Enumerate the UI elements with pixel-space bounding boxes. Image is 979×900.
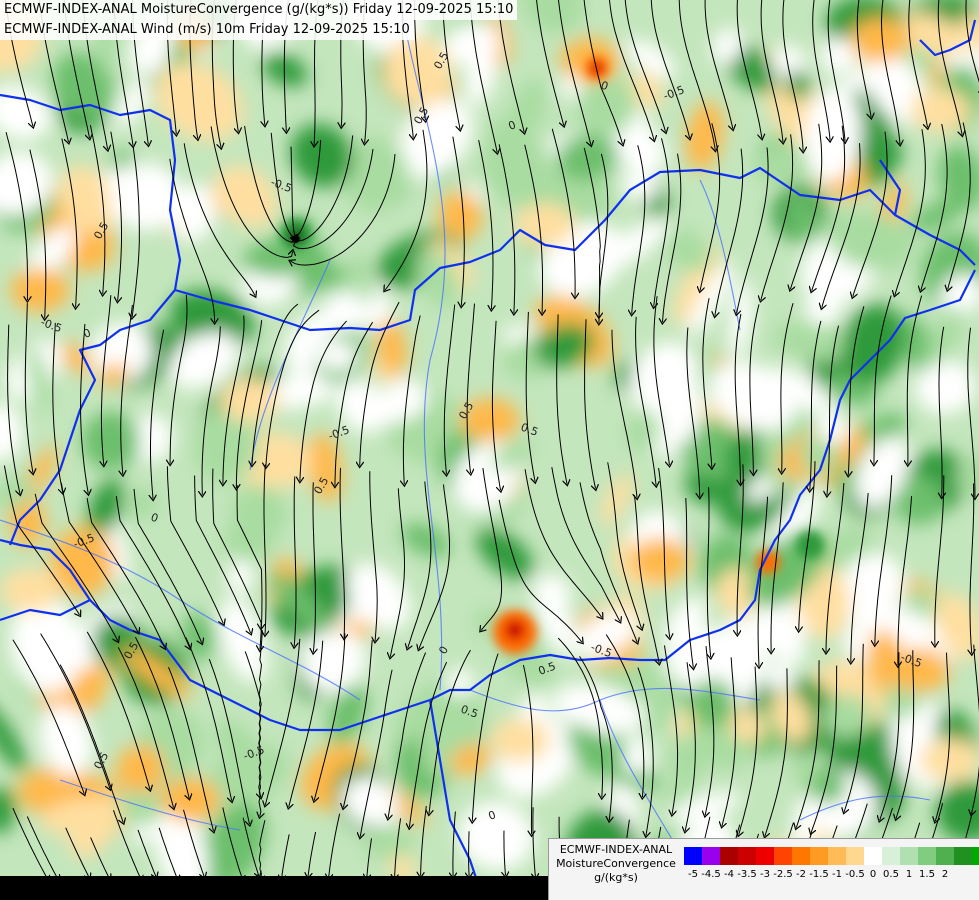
legend-title: ECMWF-INDEX-ANAL MoistureConvergence g/(… bbox=[551, 843, 681, 885]
legend-tick-label: 0.5 bbox=[883, 869, 899, 880]
weather-map[interactable]: 0.50 -0.50.5-0.500.5-0.5 00.50.5-0.50.50-0… bbox=[0, 0, 979, 900]
legend-tick-label: -2 bbox=[796, 869, 806, 880]
legend-swatch bbox=[828, 847, 846, 865]
legend-tick-labels: -5 -4.5 -4 -3.5 -3 -2.5 -2 -1.5 -1 -0.5 0 0.5 1 1.5 2 bbox=[684, 869, 976, 883]
divergence-patch bbox=[515, 203, 575, 247]
legend-tick-label: -4 bbox=[724, 869, 734, 880]
legend-tick-label: -4.5 bbox=[701, 869, 721, 880]
legend-swatch bbox=[972, 847, 979, 865]
divergence-patch bbox=[10, 268, 70, 312]
divergence-patch bbox=[850, 18, 910, 62]
legend-swatch bbox=[684, 847, 702, 865]
legend-tick-label: -1.5 bbox=[809, 869, 829, 880]
divergence-patch bbox=[910, 88, 970, 132]
map-title-moisture-convergence: ECMWF-INDEX-ANAL MoistureConvergence (g/… bbox=[0, 0, 518, 20]
divergence-patch bbox=[0, 568, 60, 612]
divergence-patch bbox=[490, 718, 550, 762]
legend-swatch bbox=[774, 847, 792, 865]
legend-tick-label: 0 bbox=[869, 869, 877, 880]
legend-title-source: ECMWF-INDEX-ANAL bbox=[559, 843, 673, 856]
color-legend: ECMWF-INDEX-ANAL MoistureConvergence g/(… bbox=[548, 838, 979, 900]
legend-swatch bbox=[918, 847, 936, 865]
legend-tick-label: 1 bbox=[905, 869, 913, 880]
legend-swatch bbox=[720, 847, 738, 865]
legend-tick-label: -3.5 bbox=[737, 869, 757, 880]
legend-tick-label: 1.5 bbox=[919, 869, 935, 880]
legend-tick-label: -0.5 bbox=[845, 869, 865, 880]
legend-unit: g/(kg*s) bbox=[594, 871, 638, 884]
legend-tick-label: -2.5 bbox=[773, 869, 793, 880]
wind-streamline bbox=[469, 831, 470, 876]
divergence-patch bbox=[220, 378, 280, 422]
legend-swatch bbox=[936, 847, 954, 865]
legend-swatch bbox=[882, 847, 900, 865]
legend-swatch bbox=[702, 847, 720, 865]
legend-swatch bbox=[864, 847, 882, 865]
map-title-wind: ECMWF-INDEX-ANAL Wind (m/s) 10m Friday 1… bbox=[0, 20, 414, 40]
legend-swatch bbox=[900, 847, 918, 865]
legend-swatch bbox=[738, 847, 756, 865]
legend-title-parameter: MoistureConvergence bbox=[556, 857, 676, 870]
legend-swatch bbox=[954, 847, 972, 865]
bottom-bar bbox=[0, 876, 548, 900]
legend-tick-label: 2 bbox=[941, 869, 949, 880]
legend-swatch bbox=[792, 847, 810, 865]
legend-tick-label: -5 bbox=[688, 869, 698, 880]
legend-tick-label: -3 bbox=[760, 869, 770, 880]
divergence-patch bbox=[160, 778, 220, 822]
legend-tick-label: -1 bbox=[832, 869, 842, 880]
field-extreme bbox=[796, 531, 824, 559]
legend-color-scale bbox=[684, 847, 979, 865]
map-view[interactable]: 0.5 0 -0.5 0.5 -0.5 0 0.5 -0.5 0 0.5 0.5 -0.5 0.5 0 -0… bbox=[0, 0, 979, 900]
legend-swatch bbox=[846, 847, 864, 865]
field-extreme bbox=[505, 620, 525, 640]
legend-swatch bbox=[810, 847, 828, 865]
legend-swatch bbox=[756, 847, 774, 865]
